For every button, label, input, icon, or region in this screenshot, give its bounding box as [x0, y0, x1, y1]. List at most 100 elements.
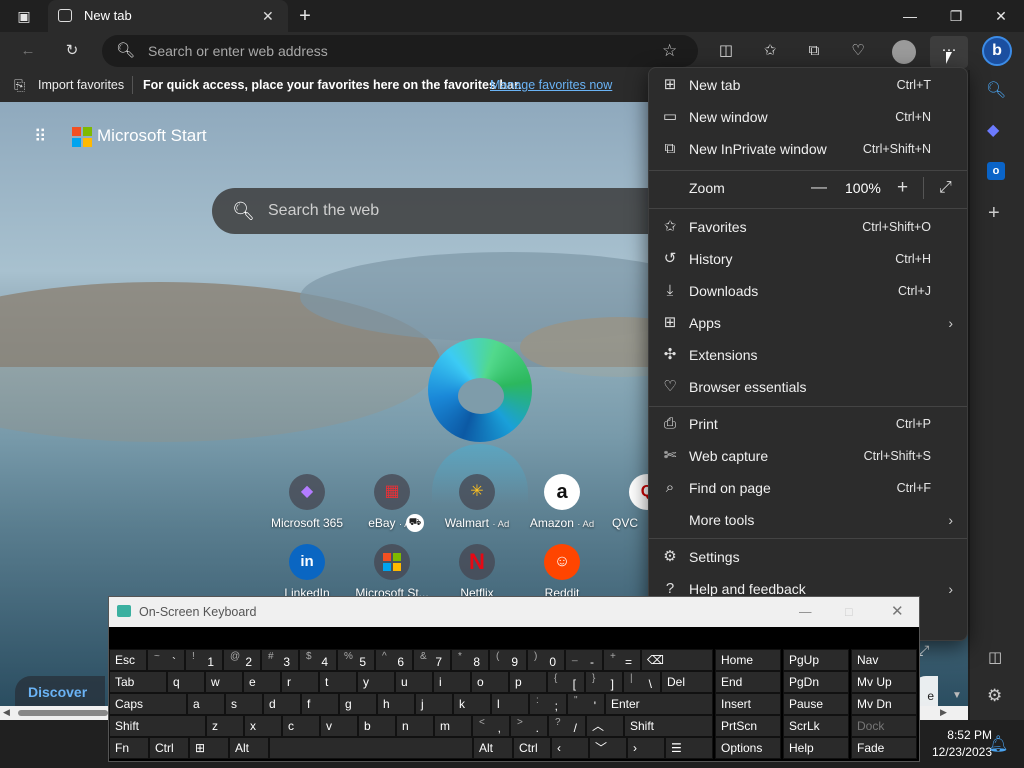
space-bar[interactable]: [269, 737, 473, 759]
restore-icon[interactable]: ❐: [940, 0, 972, 32]
osk-key[interactable]: Tab: [109, 671, 167, 693]
osk-key[interactable]: v: [320, 715, 358, 737]
osk-key[interactable]: % 5: [337, 649, 375, 671]
osk-key[interactable]: #3: [261, 649, 299, 671]
close-tab-icon[interactable]: ✕: [262, 0, 274, 32]
osk-key[interactable]: Esc: [109, 649, 147, 671]
osk-key[interactable]: Shift: [624, 715, 713, 737]
tab-actions-icon[interactable]: ▣: [8, 0, 40, 32]
osk-title-bar[interactable]: On-Screen Keyboard — □ ✕: [109, 597, 919, 627]
web-search-box[interactable]: 🔍︎ Search the web: [212, 188, 682, 234]
osk-key[interactable]: ? /: [548, 715, 586, 737]
osk-key[interactable]: >.: [510, 715, 548, 737]
menu-item-extensions[interactable]: ✣ Extensions: [649, 340, 967, 370]
osk-key[interactable]: (9: [489, 649, 527, 671]
zoom-in-icon[interactable]: +: [897, 173, 908, 203]
osk-key[interactable]: Pause: [783, 693, 849, 715]
split-screen-icon[interactable]: ◫: [710, 35, 742, 67]
osk-key[interactable]: Nav: [851, 649, 917, 671]
osk-key[interactable]: " ': [567, 693, 605, 715]
osk-key[interactable]: b: [358, 715, 396, 737]
menu-item-find-on-page[interactable]: ⌕ Find on page Ctrl+F: [649, 473, 967, 503]
favorite-star-icon[interactable]: ☆: [662, 35, 677, 67]
osk-key[interactable]: a: [187, 693, 225, 715]
tile-reddit-icon[interactable]: ☺: [544, 544, 580, 580]
close-window-icon[interactable]: ✕: [985, 0, 1017, 32]
sidebar-search-icon[interactable]: 🔍︎: [986, 80, 1006, 100]
tab-new-tab[interactable]: New tab ✕: [48, 0, 288, 32]
osk-key[interactable]: Fn: [109, 737, 149, 759]
osk-key[interactable]: ScrLk: [783, 715, 849, 737]
osk-key[interactable]: @2: [223, 649, 261, 671]
osk-key[interactable]: Insert: [715, 693, 781, 715]
address-bar[interactable]: 🔍︎ Search or enter web address ☆: [102, 35, 698, 67]
osk-key[interactable]: g: [339, 693, 377, 715]
osk-key[interactable]: e: [243, 671, 281, 693]
osk-key[interactable]: m: [434, 715, 472, 737]
osk-key[interactable]: Help: [783, 737, 849, 759]
osk-key[interactable]: :;: [529, 693, 567, 715]
osk-key[interactable]: z: [206, 715, 244, 737]
osk-key[interactable]: Fade: [851, 737, 917, 759]
osk-key[interactable]: Mv Up: [851, 671, 917, 693]
osk-key[interactable]: j: [415, 693, 453, 715]
menu-item-history[interactable]: ↺ History Ctrl+H: [649, 244, 967, 274]
collections-icon[interactable]: ⧉: [798, 35, 830, 67]
sidebar-copilot-icon[interactable]: ◆: [987, 120, 999, 140]
osk-key[interactable]: PrtScn: [715, 715, 781, 737]
arrow-left-icon[interactable]: ‹: [551, 737, 589, 759]
osk-key[interactable]: r: [281, 671, 319, 693]
tile-ebay-icon[interactable]: ▦: [374, 474, 410, 510]
osk-key[interactable]: Ctrl: [149, 737, 189, 759]
osk-key[interactable]: PgDn: [783, 671, 849, 693]
osk-key[interactable]: k: [453, 693, 491, 715]
osk-key[interactable]: x: [244, 715, 282, 737]
osk-key[interactable]: Home: [715, 649, 781, 671]
osk-key[interactable]: Shift: [109, 715, 206, 737]
sidebar-settings-icon[interactable]: ⚙: [987, 686, 1002, 706]
osk-key[interactable]: + =: [603, 649, 641, 671]
new-tab-plus-icon[interactable]: +: [290, 0, 320, 32]
osk-key[interactable]: c: [282, 715, 320, 737]
osk-key[interactable]: n: [396, 715, 434, 737]
tile-linkedin-icon[interactable]: in: [289, 544, 325, 580]
osk-key[interactable]: Options: [715, 737, 781, 759]
tile-netflix-icon[interactable]: N: [459, 544, 495, 580]
osk-key[interactable]: q: [167, 671, 205, 693]
osk-key[interactable]: Del: [661, 671, 713, 693]
browser-essentials-icon[interactable]: ♡: [842, 35, 874, 67]
osk-key[interactable]: {[: [547, 671, 585, 693]
osk-key[interactable]: y: [357, 671, 395, 693]
osk-key[interactable]: Ctrl: [513, 737, 551, 759]
menu-item-browser-essentials[interactable]: ♡ Browser essentials: [649, 372, 967, 402]
osk-key[interactable]: o: [471, 671, 509, 693]
tile-microsoft-store-icon[interactable]: [374, 544, 410, 580]
arrow-right-icon[interactable]: ›: [627, 737, 665, 759]
clock-time[interactable]: 8:52 PM: [932, 728, 992, 742]
tile-microsoft-365-icon[interactable]: ◆: [289, 474, 325, 510]
menu-item-new-inprivate-window[interactable]: ⧉ New InPrivate window Ctrl+Shift+N: [649, 134, 967, 164]
osk-key[interactable]: h: [377, 693, 415, 715]
osk-key[interactable]: ~ `: [147, 649, 185, 671]
scrollbar-thumb[interactable]: [18, 710, 108, 716]
menu-item-web-capture[interactable]: ✄ Web capture Ctrl+Shift+S: [649, 441, 967, 471]
tile-label[interactable]: Amazon · Ad: [507, 516, 617, 530]
osk-key[interactable]: PgUp: [783, 649, 849, 671]
osk-key[interactable]: * 8: [451, 649, 489, 671]
osk-key[interactable]: d: [263, 693, 301, 715]
osk-key[interactable]: <,: [472, 715, 510, 737]
menu-item-more-tools[interactable]: More tools ›: [649, 505, 967, 535]
osk-key[interactable]: }]: [585, 671, 623, 693]
menu-item-print[interactable]: ⎙ Print Ctrl+P: [649, 409, 967, 439]
scroll-down-arrow-icon[interactable]: ▼: [952, 690, 962, 701]
osk-key[interactable]: t: [319, 671, 357, 693]
scroll-right-arrow-icon[interactable]: ▶: [940, 707, 947, 718]
osk-key[interactable]: _ -: [565, 649, 603, 671]
osk-key[interactable]: ! 1: [185, 649, 223, 671]
osk-key[interactable]: p: [509, 671, 547, 693]
manage-favorites-link[interactable]: Manage favorites now: [490, 70, 612, 100]
osk-key[interactable]: $4: [299, 649, 337, 671]
osk-key[interactable]: i: [433, 671, 471, 693]
menu-item-new-tab[interactable]: ⊞ New tab Ctrl+T: [649, 70, 967, 100]
osk-key[interactable]: w: [205, 671, 243, 693]
